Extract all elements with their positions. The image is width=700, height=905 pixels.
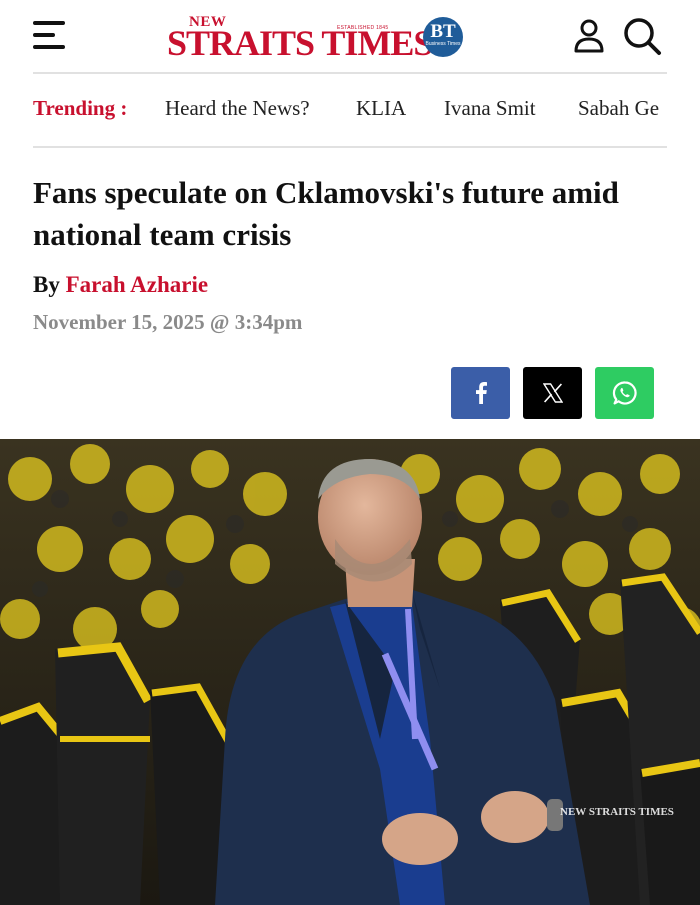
bt-badge-subtext: Business Times <box>425 41 461 47</box>
byline: By Farah Azharie <box>33 272 208 298</box>
trending-bar: Trending : Heard the News? KLIA Ivana Sm… <box>33 94 667 126</box>
image-watermark: NEW STRAITS TIMES <box>560 806 674 818</box>
trending-item[interactable]: Ivana Smit <box>444 96 536 121</box>
article-headline: Fans speculate on Cklamovski's future am… <box>33 175 619 252</box>
article-hero-image[interactable]: NEW STRAITS TIMES <box>0 439 700 905</box>
business-times-badge[interactable]: BT Business Times <box>423 17 463 57</box>
bt-badge-text: BT <box>430 21 456 42</box>
trending-label: Trending : <box>33 96 128 120</box>
share-x-button[interactable] <box>523 367 582 419</box>
byline-prefix: By <box>33 272 60 297</box>
share-facebook-button[interactable] <box>451 367 510 419</box>
header-divider <box>33 72 667 74</box>
publish-date: November 15, 2025 @ 3:34pm <box>33 310 303 334</box>
site-header: NEW ESTABLISHED 1845 STRAITS TIMES BT Bu… <box>0 0 700 72</box>
menu-icon[interactable] <box>33 21 67 49</box>
x-icon <box>542 383 563 403</box>
site-logo[interactable]: NEW ESTABLISHED 1845 STRAITS TIMES <box>167 14 467 63</box>
author-link[interactable]: Farah Azharie <box>66 272 208 297</box>
trending-item[interactable]: Heard the News? <box>165 96 310 121</box>
trending-item[interactable]: Sabah Ge <box>578 96 659 121</box>
logo-main-text: STRAITS TIMES <box>167 23 433 63</box>
search-icon[interactable] <box>622 16 662 56</box>
whatsapp-icon <box>612 381 637 405</box>
hero-photo <box>0 439 700 905</box>
user-icon[interactable] <box>572 18 606 54</box>
share-whatsapp-button[interactable] <box>595 367 654 419</box>
facebook-icon <box>475 382 487 404</box>
trending-divider <box>33 146 667 148</box>
trending-item[interactable]: KLIA <box>356 96 406 121</box>
